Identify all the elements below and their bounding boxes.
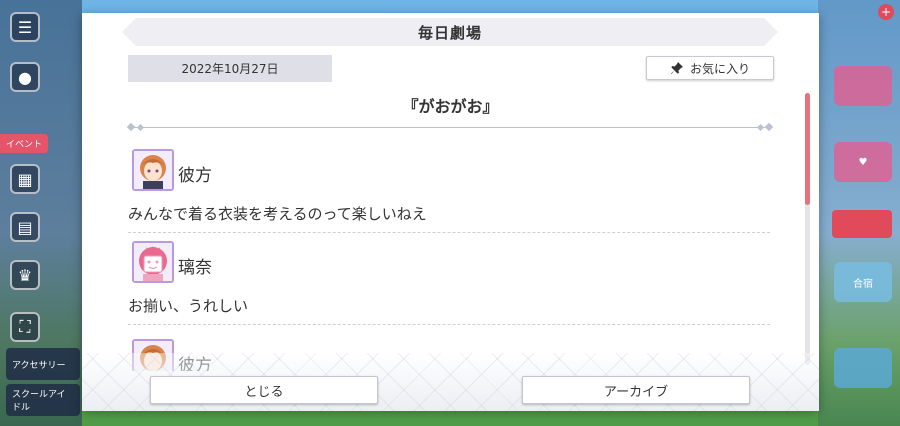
add-currency-icon: + (878, 4, 894, 20)
hamburger-menu-icon: ☰ (10, 12, 40, 42)
right-red-banner (832, 210, 892, 238)
scrollbar-thumb[interactable] (805, 93, 810, 205)
kanata-avatar (132, 149, 174, 191)
episode-title: 『がおがお』 (402, 97, 499, 116)
trophy-icon: ♛ (10, 260, 40, 290)
divider-diamond-right-small (756, 123, 765, 132)
dialogue-line: みんなで着る衣装を考えるのって楽しいねえ (128, 205, 427, 223)
chat-icon: ● (10, 62, 40, 92)
rina-avatar (132, 241, 174, 283)
camp-tile: 合宿 (834, 262, 892, 302)
speaker-name: 璃奈 (178, 258, 212, 278)
dialogue-line: お揃い、うれしい (128, 297, 249, 315)
daily-theater-dialog: 毎日劇場 2022年10月27日 お気に入り 『がおがお』 彼方 みんなで着る衣… (82, 13, 819, 411)
pin-icon (670, 62, 683, 74)
dialogue-entry: 璃奈 お揃い、うれしい (128, 241, 770, 325)
favorite-button[interactable]: お気に入り (646, 56, 774, 80)
event-label: イベント (0, 134, 49, 153)
dialog-title: 毎日劇場 (417, 23, 482, 42)
notice-icon: ▤ (10, 212, 40, 242)
right-tile-2: ♥ (834, 142, 892, 182)
gift-icon: ▦ (10, 164, 40, 194)
entry-separator (128, 232, 770, 233)
entry-separator (128, 324, 770, 325)
fullscreen-icon: ⛶ (10, 312, 40, 342)
divider-diamond-right (764, 122, 774, 132)
favorite-label: お気に入り (689, 61, 750, 76)
title-banner: 毎日劇場 (122, 18, 778, 46)
date-label: 2022年10月27日 (128, 55, 332, 82)
speaker-name: 彼方 (178, 166, 212, 186)
dialogue-list[interactable]: 彼方 みんなで着る衣装を考えるのって楽しいねえ 璃奈 お揃い、うれしい (82, 141, 819, 371)
archive-button[interactable]: アーカイブ (522, 376, 750, 404)
dialogue-entry: 彼方 みんなで着る衣装を考えるのって楽しいねえ (128, 149, 770, 233)
title-divider (132, 127, 768, 128)
kanata-face-icon (134, 151, 172, 189)
right-tile-1 (834, 66, 892, 106)
close-button[interactable]: とじる (150, 376, 378, 404)
school-idol-button: スクールアイドル (6, 384, 80, 416)
right-tile-bottom (834, 348, 892, 388)
rina-face-icon (134, 243, 172, 281)
accessory-button: アクセサリー (6, 348, 80, 380)
